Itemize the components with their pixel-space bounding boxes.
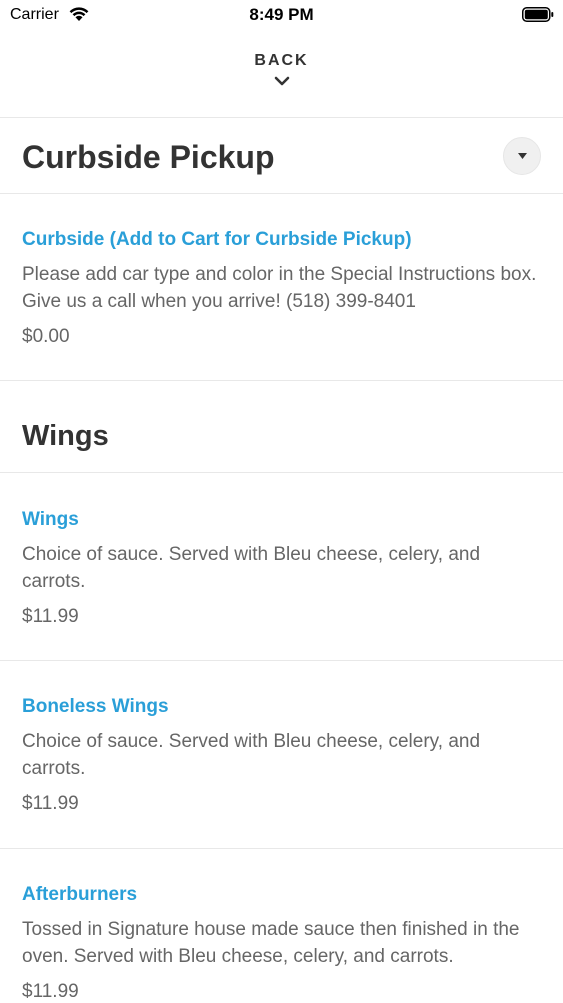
item-name[interactable]: Boneless Wings: [22, 696, 169, 718]
section-title: Curbside Pickup: [22, 139, 275, 175]
status-bar: Carrier 8:49 PM: [0, 0, 563, 30]
item-price: $0.00: [22, 326, 70, 347]
back-label: BACK: [254, 52, 309, 69]
section-header-curbside: Curbside Pickup: [0, 118, 563, 194]
item-description: Please add car type and color in the Spe…: [22, 264, 537, 312]
item-name[interactable]: Afterburners: [22, 884, 137, 906]
item-price: $11.99: [22, 606, 79, 627]
item-price: $11.99: [22, 793, 79, 814]
item-name[interactable]: Curbside (Add to Cart for Curbside Picku…: [22, 229, 412, 251]
menu-item-boneless-wings[interactable]: Boneless Wings Choice of sauce. Served w…: [0, 661, 563, 848]
chevron-down-icon: [274, 76, 289, 86]
item-description: Tossed in Signature house made sauce the…: [22, 919, 520, 967]
item-description: Choice of sauce. Served with Bleu cheese…: [22, 544, 481, 592]
back-button[interactable]: BACK: [0, 52, 563, 102]
item-description: Choice of sauce. Served with Bleu cheese…: [22, 731, 481, 779]
caret-down-icon: [518, 153, 527, 159]
clock: 8:49 PM: [249, 5, 314, 24]
menu-item-afterburners[interactable]: Afterburners Tossed in Signature house m…: [0, 849, 563, 1002]
menu-item-curbside[interactable]: Curbside (Add to Cart for Curbside Picku…: [0, 194, 563, 381]
battery-icon: [522, 7, 554, 22]
item-name[interactable]: Wings: [22, 509, 79, 531]
menu-item-wings[interactable]: Wings Choice of sauce. Served with Bleu …: [0, 473, 563, 660]
section-header-wings: Wings: [0, 381, 563, 473]
section-collapse-button[interactable]: [503, 137, 541, 175]
section-title: Wings: [22, 420, 109, 452]
